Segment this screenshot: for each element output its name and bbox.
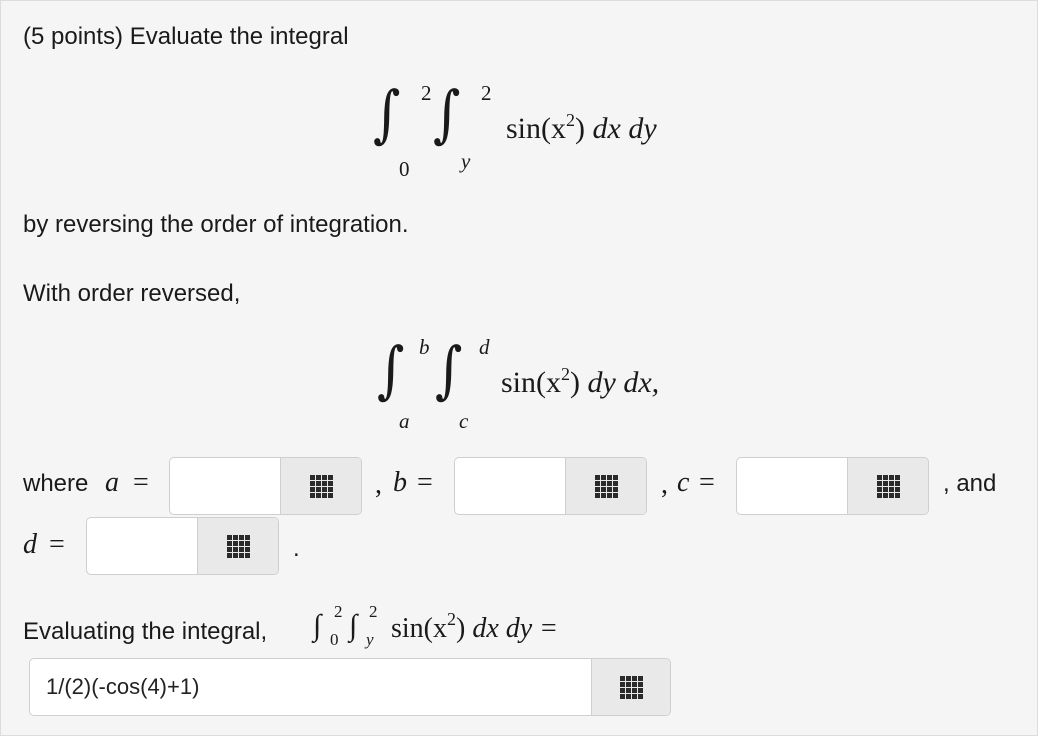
answer-b-field [454,457,647,515]
answer-d-input[interactable] [87,518,199,574]
grid-keypad-icon [876,474,900,498]
answer-c-field [736,457,929,515]
grid-keypad-icon [226,534,250,558]
grid-keypad-icon [309,474,333,498]
var-a-label: a [105,467,119,498]
outer-integral-sign: ∫ [373,77,401,150]
and-text: , and [943,470,997,497]
grid-keypad-icon [594,474,618,498]
inner-upper-limit: d [479,335,490,359]
question-panel: (5 points) Evaluate the integral ∫ 2 0 ∫… [0,0,1038,736]
comma: , [375,469,382,500]
equals-sign: = [49,529,65,560]
final-answer-input[interactable] [30,659,592,715]
var-c-label: c [677,467,690,498]
question-header: (5 points) Evaluate the integral [23,23,349,50]
final-answer-palette-button[interactable] [591,659,670,715]
outer-lower-limit: 0 [330,630,339,649]
inner-integral-sign: ∫ [349,609,358,642]
integrand-1: sin(x2) dx dy [506,110,657,145]
outer-integral-sign: ∫ [313,609,322,642]
answer-b-palette-button[interactable] [565,458,646,514]
grid-keypad-icon [619,675,643,699]
answer-d-field [86,517,279,575]
outer-upper-limit: b [419,335,430,359]
answer-a-input[interactable] [170,458,282,514]
inner-upper-limit: 2 [481,81,492,105]
inner-integral-sign: ∫ [435,333,463,406]
outer-upper-limit: 2 [421,81,432,105]
equals-sign: = [699,467,715,498]
outer-upper-limit: 2 [334,602,343,621]
answer-b-input[interactable] [455,458,567,514]
inner-lower-limit: y [461,149,471,173]
with-order-text: With order reversed, [23,280,241,307]
inner-lower-limit: y [366,630,374,649]
answer-c-input[interactable] [737,458,849,514]
reverse-instruction: by reversing the order of integration. [23,211,409,238]
inline-integrand: sin(x2) dx dy = [391,609,559,644]
inner-lower-limit: c [459,409,469,433]
period: . [293,535,300,562]
answer-a-field [169,457,362,515]
inner-integral-sign: ∫ [433,77,461,150]
evaluating-label: Evaluating the integral, [23,618,268,645]
var-b-label: b [393,467,407,498]
where-label: where [23,470,89,497]
inner-upper-limit: 2 [369,602,378,621]
integrand-2: sin(x2) dy dx, [501,364,660,399]
comma: , [661,469,668,500]
final-answer-field [29,658,671,716]
var-d-label: d [23,529,37,560]
outer-lower-limit: a [399,409,410,433]
answer-d-palette-button[interactable] [197,518,278,574]
equals-sign: = [417,467,433,498]
outer-lower-limit: 0 [399,157,410,181]
equals-sign: = [133,467,149,498]
answer-a-palette-button[interactable] [280,458,361,514]
answer-c-palette-button[interactable] [847,458,928,514]
outer-integral-sign: ∫ [377,333,405,406]
